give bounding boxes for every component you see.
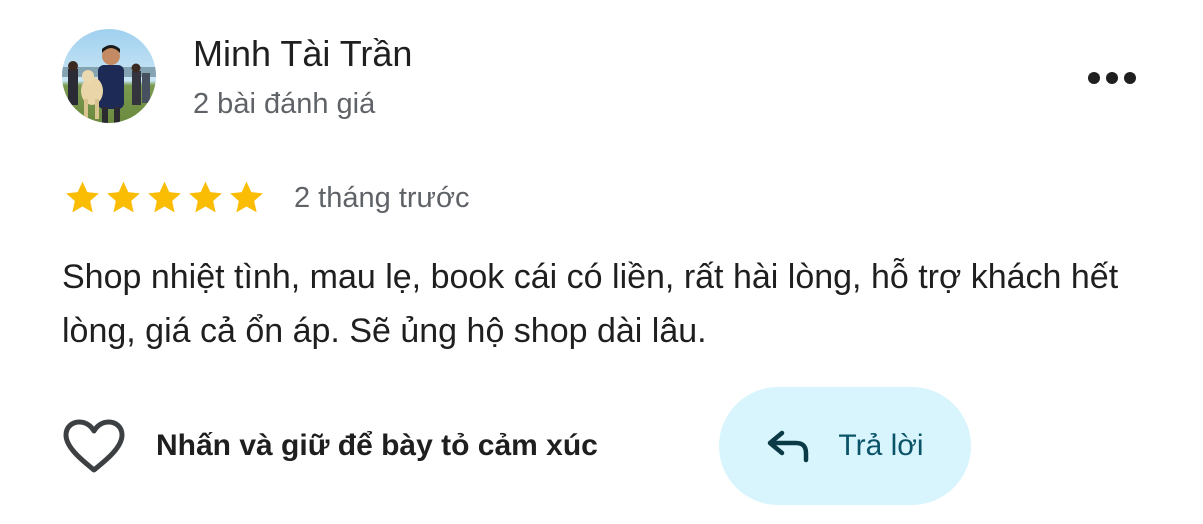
avatar-photo (62, 29, 156, 123)
heart-outline-icon (62, 418, 126, 474)
author-review-count[interactable]: 2 bài đánh giá (193, 86, 375, 122)
more-options-button[interactable] (1080, 60, 1144, 96)
star-icon (189, 181, 222, 213)
review-text: Shop nhiệt tình, mau lẹ, book cái có liề… (62, 258, 1119, 350)
reply-arrow-icon (766, 429, 810, 463)
star-icon (230, 181, 263, 213)
star-icon (148, 181, 181, 213)
more-horizontal-icon-dot (1124, 72, 1136, 84)
reply-label: Trả lời (838, 429, 924, 462)
author-avatar[interactable] (62, 29, 156, 123)
more-horizontal-icon (1088, 72, 1100, 84)
react-button[interactable]: Nhấn và giữ để bày tỏ cảm xúc (62, 412, 598, 480)
star-icon (107, 181, 140, 213)
rating-row: 2 tháng trước (62, 176, 469, 220)
react-label: Nhấn và giữ để bày tỏ cảm xúc (156, 429, 598, 462)
reply-button[interactable]: Trả lời (719, 387, 971, 505)
star-rating (62, 178, 267, 218)
author-name[interactable]: Minh Tài Trần (193, 32, 412, 76)
star-icon (66, 181, 99, 213)
more-horizontal-icon-dot (1106, 72, 1118, 84)
review-time: 2 tháng trước (294, 181, 470, 214)
